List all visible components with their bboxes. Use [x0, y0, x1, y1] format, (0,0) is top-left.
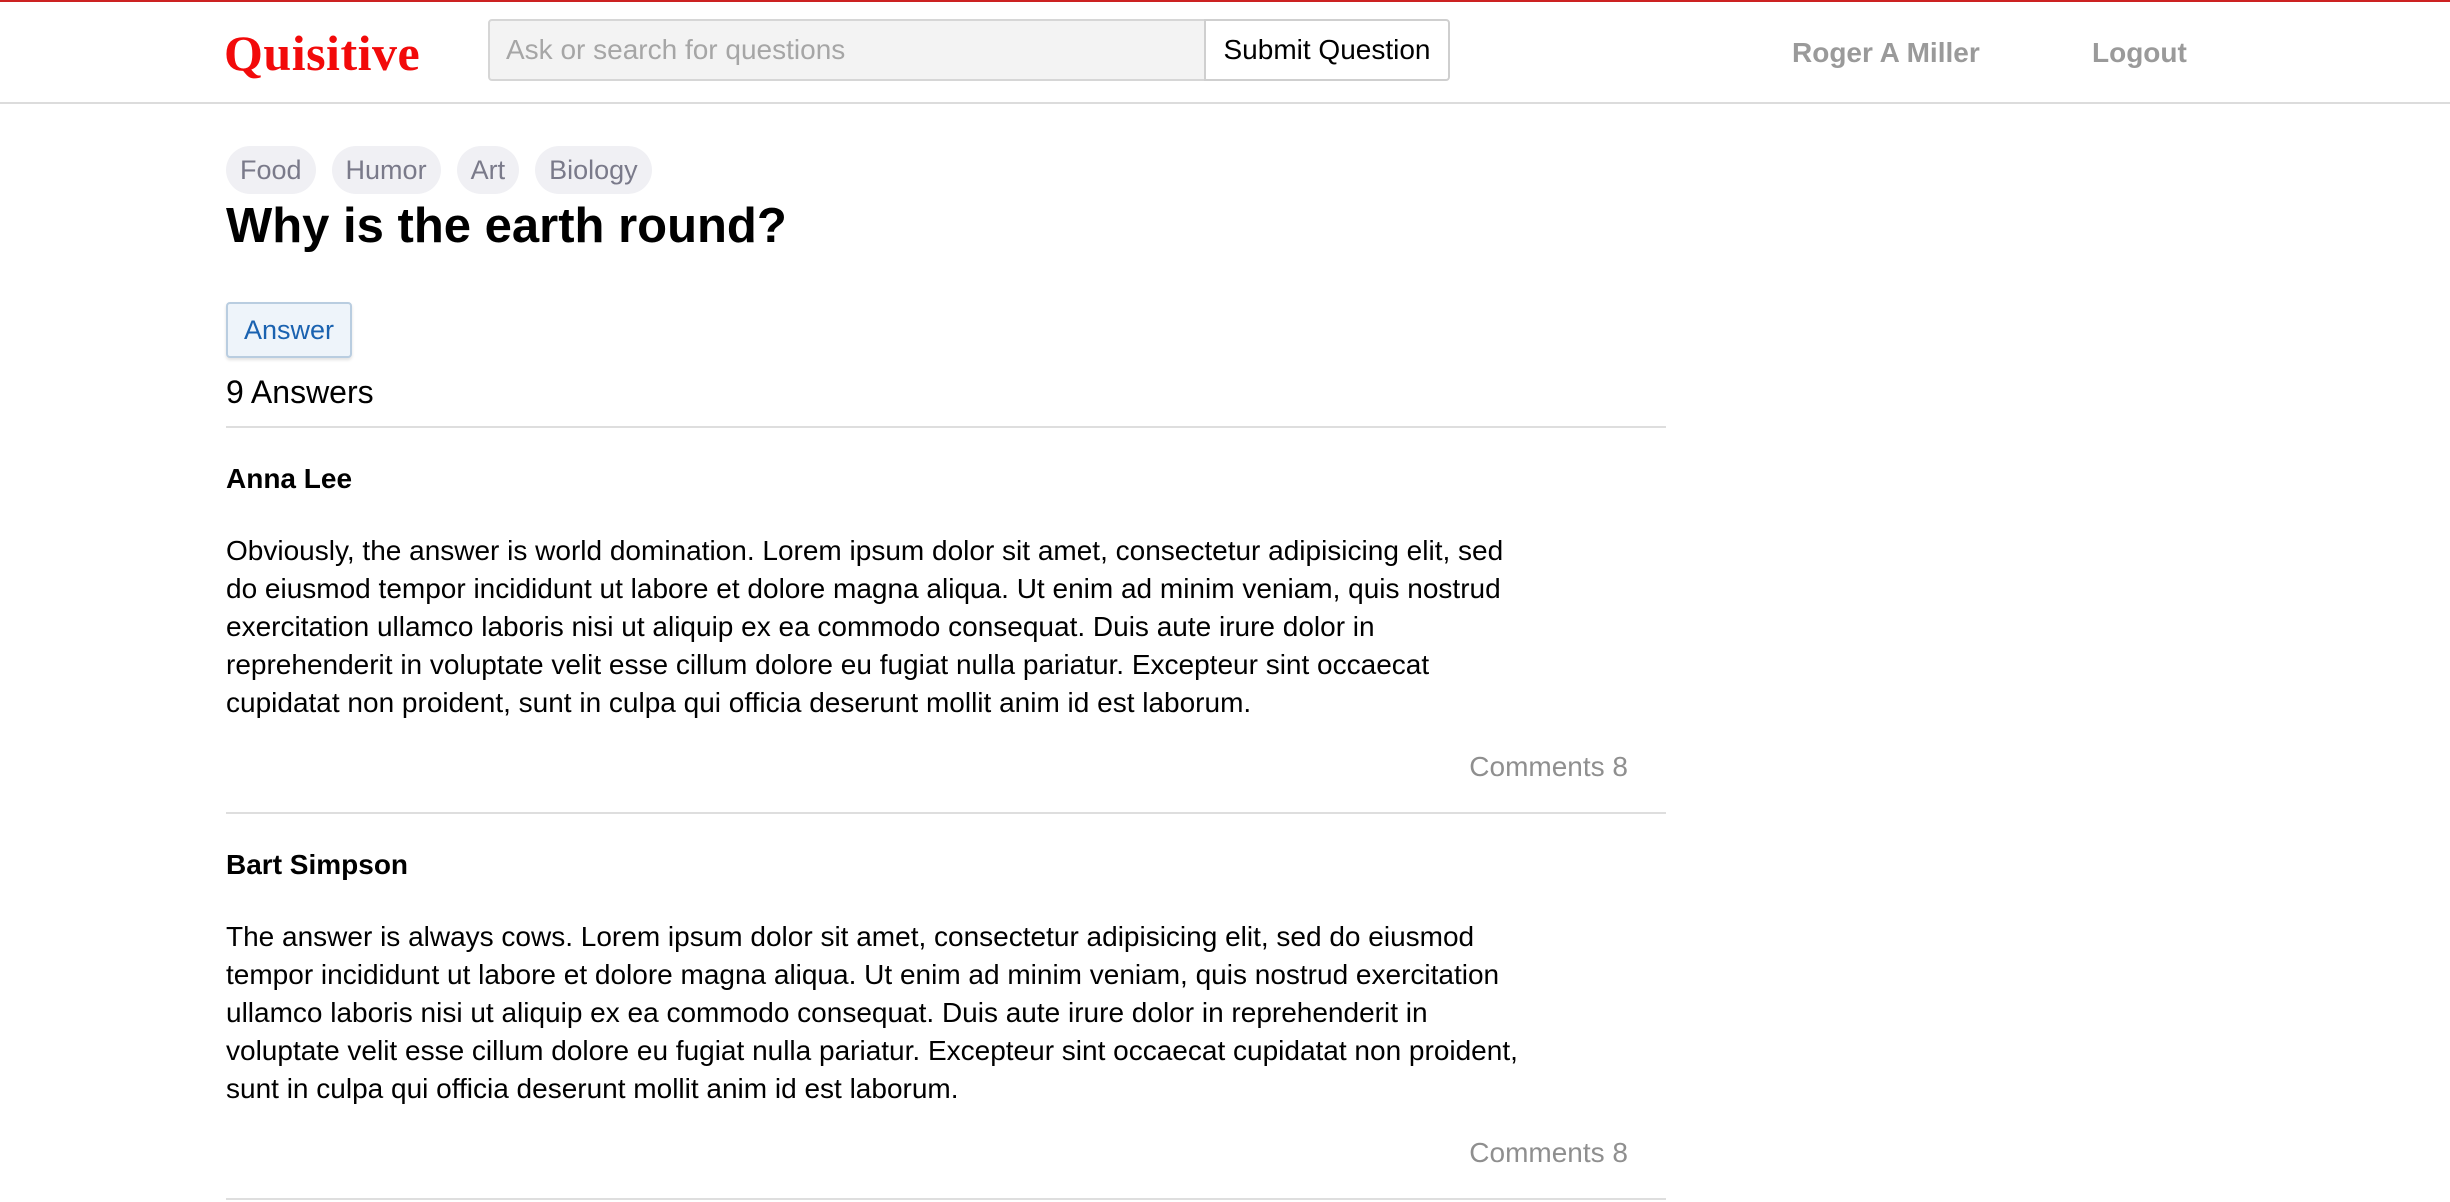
- answer-footer: Comments 8: [226, 1108, 1666, 1198]
- logout-link[interactable]: Logout: [2092, 36, 2187, 70]
- brand-logo[interactable]: Quisitive: [224, 22, 420, 84]
- user-profile-link[interactable]: Roger A Miller: [1792, 36, 1980, 70]
- tag-art[interactable]: Art: [456, 146, 520, 194]
- question-page: Food Humor Art Biology Why is the earth …: [226, 146, 1666, 1200]
- answer-footer: Comments 8: [226, 722, 1666, 812]
- answer-item: Anna Lee Obviously, the answer is world …: [226, 428, 1666, 814]
- answer-item: Bart Simpson The answer is always cows. …: [226, 814, 1666, 1200]
- submit-question-button[interactable]: Submit Question: [1204, 19, 1450, 81]
- answer-button[interactable]: Answer: [226, 302, 353, 358]
- tag-biology[interactable]: Biology: [535, 146, 652, 194]
- comments-link[interactable]: Comments 8: [1469, 750, 1628, 784]
- search-input[interactable]: [488, 19, 1206, 81]
- question-title: Why is the earth round?: [226, 199, 787, 253]
- answer-body: Obviously, the answer is world dominatio…: [226, 535, 1504, 718]
- answer-body: The answer is always cows. Lorem ipsum d…: [226, 921, 1518, 1104]
- answers-count: 9 Answers: [226, 372, 1666, 428]
- answer-author[interactable]: Anna Lee: [226, 428, 1666, 496]
- tag-humor[interactable]: Humor: [331, 146, 441, 194]
- top-navbar: Quisitive Submit Question Roger A Miller…: [0, 2, 2450, 104]
- comments-link[interactable]: Comments 8: [1469, 1136, 1628, 1170]
- tag-food[interactable]: Food: [226, 146, 316, 194]
- tag-list: Food Humor Art Biology: [226, 146, 1666, 194]
- answer-author[interactable]: Bart Simpson: [226, 814, 1666, 882]
